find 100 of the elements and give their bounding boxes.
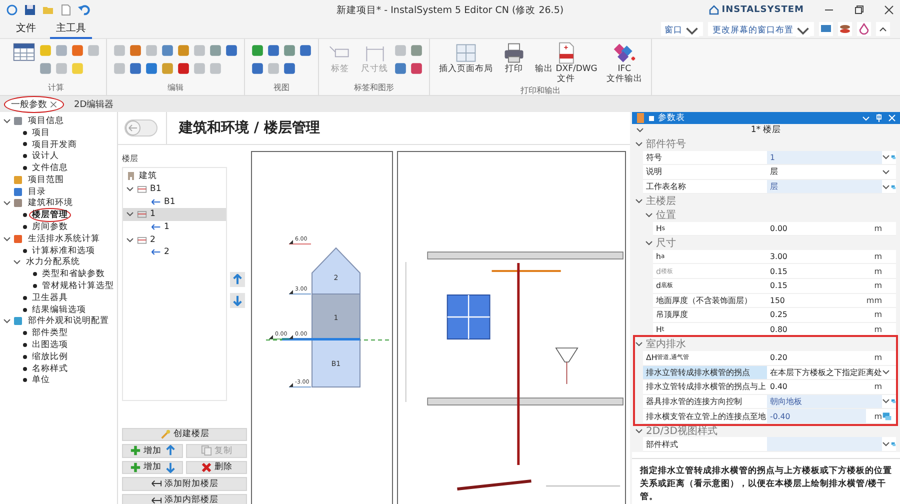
chevron-down-icon[interactable] xyxy=(635,340,643,348)
tile-icon[interactable] xyxy=(71,62,84,75)
tree-item[interactable]: 卫生器具 xyxy=(29,290,71,305)
tile-icon[interactable] xyxy=(283,62,296,75)
section-title[interactable]: 部件符号 xyxy=(646,136,686,151)
tile-icon[interactable] xyxy=(394,44,407,57)
tile-icon[interactable] xyxy=(71,44,84,57)
tile-icon[interactable] xyxy=(113,62,126,75)
tile-icon[interactable] xyxy=(225,44,238,57)
tile-icon[interactable] xyxy=(394,62,407,75)
tree-item[interactable]: 出图选项 xyxy=(29,338,71,352)
tree-item[interactable]: 管材规格计算选型 xyxy=(39,279,117,294)
chevron-down-icon[interactable] xyxy=(882,368,890,376)
tile-icon[interactable] xyxy=(55,44,68,57)
tile-icon[interactable] xyxy=(251,62,264,75)
tile-icon[interactable] xyxy=(161,44,174,57)
drop-icon[interactable] xyxy=(857,22,871,36)
tree-item[interactable]: 单位 xyxy=(29,373,53,388)
chevron-down-icon[interactable] xyxy=(645,238,653,247)
tree-item[interactable]: 楼层管理 xyxy=(29,208,71,222)
ribbon-button[interactable]: 插入页面布局 xyxy=(436,41,496,75)
group-title[interactable]: 位置 xyxy=(656,208,676,222)
tile-icon[interactable] xyxy=(251,44,264,57)
tile-icon[interactable] xyxy=(177,62,190,75)
tree-item[interactable]: 生活排水系统计算 xyxy=(25,232,103,246)
floor-row[interactable]: B1 xyxy=(123,182,226,196)
chevron-down-icon[interactable] xyxy=(3,116,11,125)
menu-tab[interactable]: 文件 xyxy=(10,19,42,39)
tile-icon[interactable] xyxy=(161,62,174,75)
pin-icon[interactable] xyxy=(875,114,883,122)
tree-item[interactable]: 项目范围 xyxy=(25,172,67,187)
tile-icon[interactable] xyxy=(283,44,296,57)
tile-icon[interactable] xyxy=(177,44,190,57)
tile-icon[interactable] xyxy=(410,44,423,57)
floor-button[interactable]: 增加 xyxy=(122,444,183,458)
monitor-icon[interactable] xyxy=(882,411,892,422)
section-title[interactable]: 室内排水 xyxy=(646,337,686,352)
tile-icon[interactable] xyxy=(145,62,158,75)
chevron-down-icon[interactable] xyxy=(882,397,890,406)
document-tab[interactable]: 2D编辑器 xyxy=(68,96,120,112)
tile-icon[interactable] xyxy=(209,44,222,57)
move-down-button[interactable] xyxy=(230,293,245,308)
tree-item[interactable]: 项目信息 xyxy=(25,114,67,128)
tile-icon[interactable] xyxy=(193,62,206,75)
tile-icon[interactable] xyxy=(129,62,142,75)
floor-button[interactable]: 创建楼层 xyxy=(122,428,247,441)
move-up-button[interactable] xyxy=(230,272,245,287)
floor-button[interactable]: 添加附加楼层 xyxy=(122,477,247,490)
ribbon-button[interactable]: IFC 文件输出 xyxy=(603,41,646,85)
undo-icon[interactable] xyxy=(78,4,90,16)
stack-icon[interactable] xyxy=(838,22,852,36)
tree-item[interactable]: 水力分配系统 xyxy=(23,255,83,270)
floor-row[interactable]: 1 xyxy=(123,208,226,221)
tile-icon[interactable] xyxy=(113,44,126,57)
tile-icon[interactable] xyxy=(193,44,206,57)
tile-icon[interactable] xyxy=(39,44,52,57)
tile-icon[interactable] xyxy=(267,62,280,75)
tile-icon[interactable] xyxy=(410,62,423,75)
tree-item[interactable]: 部件类型 xyxy=(29,326,71,340)
chevron-down-icon[interactable] xyxy=(645,210,653,219)
chevron-down-icon[interactable] xyxy=(3,317,11,326)
tree-item[interactable]: 结果编辑选项 xyxy=(29,302,89,317)
floor-row[interactable]: 2 xyxy=(123,246,226,259)
section-title[interactable]: 主楼层 xyxy=(646,194,676,208)
tree-item[interactable]: 缩放比例 xyxy=(29,350,71,364)
chevron-down-icon[interactable] xyxy=(126,210,134,218)
chevron-down-icon[interactable] xyxy=(882,440,890,448)
tree-item[interactable]: 房间参数 xyxy=(29,220,71,234)
tile-icon[interactable] xyxy=(39,62,52,75)
tile-icon[interactable] xyxy=(299,44,312,57)
chevron-down-icon[interactable] xyxy=(636,126,644,134)
ribbon-button[interactable]: 打印 xyxy=(499,41,529,75)
tree-item[interactable]: 建筑和环境 xyxy=(25,196,76,210)
floor-row[interactable]: 建筑 xyxy=(123,170,226,183)
tile-icon[interactable] xyxy=(87,44,100,57)
chevron-down-icon[interactable] xyxy=(126,185,134,194)
window-dropdown[interactable]: 窗口 xyxy=(660,22,704,36)
chevron-down-icon[interactable] xyxy=(862,114,870,122)
tile-icon[interactable] xyxy=(267,44,280,57)
tree-item[interactable]: 类型和省缺参数 xyxy=(39,267,108,282)
save-icon[interactable] xyxy=(24,4,36,16)
floor-row[interactable]: B1 xyxy=(123,195,226,208)
tile-icon[interactable] xyxy=(145,44,158,57)
ribbon-button[interactable]: 输出 DXF/DWG 文件 xyxy=(532,41,600,85)
chevron-down-icon[interactable] xyxy=(3,234,11,243)
chevron-down-icon[interactable] xyxy=(635,140,643,148)
floor-button[interactable]: 增加 xyxy=(122,460,183,474)
chevron-down-icon[interactable] xyxy=(635,426,643,435)
floor-button[interactable]: 添加内部楼层 xyxy=(122,494,247,504)
collapse-icon[interactable] xyxy=(876,22,890,36)
section-title[interactable]: 2D/3D视图样式 xyxy=(646,424,718,438)
tile-icon[interactable] xyxy=(209,62,222,75)
tree-item[interactable]: 项目开发商 xyxy=(29,138,80,152)
tree-item[interactable]: 名称样式 xyxy=(29,362,71,376)
tree-item[interactable]: 设计人 xyxy=(29,149,62,164)
tile-icon[interactable] xyxy=(55,62,68,75)
chevron-down-icon[interactable] xyxy=(635,197,643,206)
chevron-down-icon[interactable] xyxy=(3,199,11,208)
tree-item[interactable]: 计算标准和选项 xyxy=(29,244,98,258)
tile-icon[interactable] xyxy=(129,44,142,57)
